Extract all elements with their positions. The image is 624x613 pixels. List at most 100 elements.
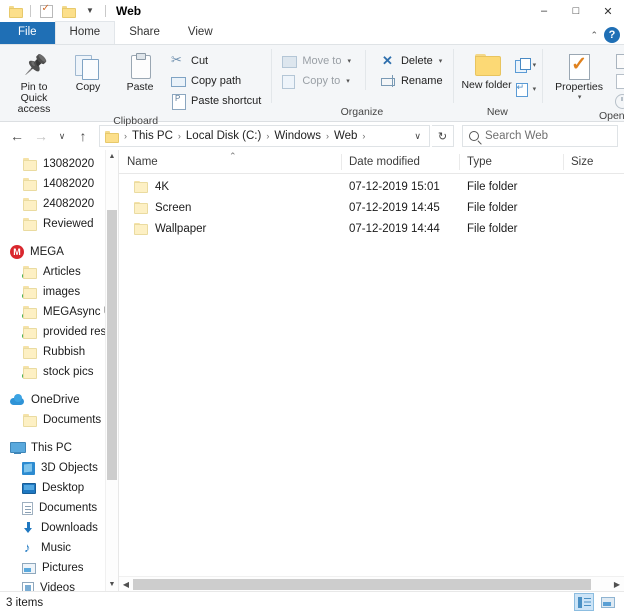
close-button[interactable]: ✕	[592, 0, 624, 22]
tab-home[interactable]: Home	[54, 21, 116, 44]
chevron-down-icon[interactable]: ▾	[346, 77, 350, 85]
chevron-down-icon[interactable]: ▾	[439, 57, 443, 65]
folder-icon	[22, 413, 37, 427]
rename-label: Rename	[400, 75, 443, 87]
move-to-button[interactable]: Move to ▾	[277, 52, 355, 70]
sidebar-item-13082020[interactable]: 13082020	[0, 154, 118, 174]
chevron-down-icon[interactable]: ▾	[533, 61, 537, 69]
sidebar-item-label: Articles	[43, 266, 81, 278]
sidebar-item-desktop[interactable]: Desktop	[0, 478, 118, 498]
cut-label: Cut	[191, 55, 209, 67]
breadcrumb-item-local-disk[interactable]: Local Disk (C:)	[184, 130, 263, 142]
large-icons-view-button[interactable]	[598, 593, 618, 611]
refresh-button[interactable]: ↻	[432, 125, 454, 147]
chevron-down-icon[interactable]: ▾	[578, 93, 582, 101]
sidebar-item-14082020[interactable]: 14082020	[0, 174, 118, 194]
divider	[30, 5, 31, 17]
sidebar-item-rubbish[interactable]: Rubbish	[0, 342, 118, 362]
sidebar-item-documents[interactable]: Documents	[0, 498, 118, 518]
scrollbar-track[interactable]	[133, 578, 610, 590]
tab-file[interactable]: File	[0, 22, 55, 44]
sidebar-item-downloads[interactable]: Downloads	[0, 518, 118, 538]
column-header-date-modified[interactable]: Date modified	[341, 150, 459, 174]
help-button[interactable]: ?	[604, 27, 620, 43]
copy-to-button[interactable]: Copy to ▾	[277, 72, 355, 90]
sidebar-item-label: Downloads	[41, 522, 98, 534]
history-button[interactable]: History	[610, 92, 624, 110]
paste-shortcut-label: Paste shortcut	[191, 95, 262, 107]
scrollbar-thumb[interactable]	[107, 210, 117, 480]
new-folder-button[interactable]: New folder	[459, 50, 515, 91]
sidebar-item-music[interactable]: Music	[0, 538, 118, 558]
copy-to-label: Copy to	[302, 75, 341, 87]
sidebar-item-articles[interactable]: Articles	[0, 262, 118, 282]
new-item-button[interactable]: ▾	[514, 54, 537, 75]
tab-share[interactable]: Share	[115, 22, 174, 44]
scrollbar-thumb[interactable]	[133, 578, 591, 590]
sidebar-item-megasync-uplo[interactable]: MEGAsync Uplo	[0, 302, 118, 322]
folder-icon[interactable]	[6, 2, 24, 20]
copy-path-button[interactable]: Copy path	[166, 72, 265, 90]
search-input[interactable]: Search Web	[462, 125, 618, 147]
history-icon	[614, 93, 624, 109]
view-buttons	[574, 593, 618, 611]
sidebar-item-label: 13082020	[43, 158, 95, 170]
scroll-left-icon[interactable]: ◀	[119, 577, 133, 592]
sidebar-item-24082020[interactable]: 24082020	[0, 194, 118, 214]
sidebar-item-provided-resourc[interactable]: provided resourc	[0, 322, 118, 342]
horizontal-scrollbar[interactable]: ◀ ▶	[119, 576, 624, 591]
collapse-ribbon-icon[interactable]: ⌃	[590, 30, 598, 41]
this-pc-icon	[10, 442, 26, 454]
sidebar-item-onedrive[interactable]: OneDrive	[0, 390, 118, 410]
table-row[interactable]: 4K 07-12-2019 15:01 File folder	[119, 176, 624, 197]
customize-caret-icon[interactable]: ▼	[81, 2, 99, 20]
chevron-down-icon[interactable]: ▾	[347, 57, 351, 65]
ribbon-group-new: New folder ▾ ▾ New	[452, 45, 543, 121]
column-header-size[interactable]: Size	[563, 150, 623, 174]
sidebar-item-mega[interactable]: MEGA	[0, 242, 118, 262]
sidebar-item-3d-objects[interactable]: 3D Objects	[0, 458, 118, 478]
table-row[interactable]: Screen 07-12-2019 14:45 File folder	[119, 197, 624, 218]
scroll-right-icon[interactable]: ▶	[610, 577, 624, 592]
paste-shortcut-button[interactable]: Paste shortcut	[166, 92, 265, 110]
open-button[interactable]: Open ▾	[610, 52, 624, 70]
ribbon: Pin to Quick access Copy Paste Cut	[0, 44, 624, 127]
cut-button[interactable]: Cut	[166, 52, 265, 70]
scroll-down-icon[interactable]: ▼	[106, 578, 118, 591]
breadcrumb-item-web[interactable]: Web	[332, 130, 359, 142]
sidebar-item-videos[interactable]: Videos	[0, 578, 118, 591]
search-icon	[469, 131, 479, 141]
copy-button[interactable]: Copy	[62, 50, 114, 93]
nav-section-spacer	[0, 430, 118, 438]
easy-access-button[interactable]: ▾	[515, 78, 537, 99]
new-folder-icon[interactable]	[59, 2, 77, 20]
minimize-button[interactable]: –	[528, 0, 560, 22]
pin-to-quick-access-button[interactable]: Pin to Quick access	[6, 50, 62, 115]
breadcrumb-item-windows[interactable]: Windows	[272, 130, 323, 142]
chevron-down-icon[interactable]: ▾	[533, 85, 537, 93]
properties-button[interactable]: Properties ▾	[548, 50, 610, 101]
breadcrumb-item-this-pc[interactable]: This PC	[130, 130, 175, 142]
tab-view[interactable]: View	[174, 22, 227, 44]
sidebar-item-this-pc[interactable]: This PC	[0, 438, 118, 458]
details-view-button[interactable]	[574, 593, 594, 611]
sidebar-item-images[interactable]: images	[0, 282, 118, 302]
maximize-button[interactable]: □	[560, 0, 592, 22]
organize-group-label: Organize	[340, 106, 384, 118]
rename-button[interactable]: Rename	[376, 72, 447, 90]
breadcrumb-dropdown-icon[interactable]: ∨	[408, 131, 427, 142]
column-header-type[interactable]: Type	[459, 150, 563, 174]
sidebar-item-stock-pics[interactable]: stock pics	[0, 362, 118, 382]
paste-button[interactable]: Paste	[114, 50, 166, 93]
column-header-name[interactable]: Name ⌃	[119, 150, 341, 174]
sidebar-item-documents[interactable]: Documents	[0, 410, 118, 430]
delete-button[interactable]: Delete ▾	[376, 52, 447, 70]
scroll-up-icon[interactable]: ▲	[106, 150, 118, 163]
navigation-scrollbar[interactable]: ▲ ▼	[105, 150, 118, 591]
properties-icon[interactable]	[37, 2, 55, 20]
sidebar-item-pictures[interactable]: Pictures	[0, 558, 118, 578]
table-row[interactable]: Wallpaper 07-12-2019 14:44 File folder	[119, 218, 624, 239]
breadcrumb-separator: ›	[362, 131, 366, 141]
sidebar-item-reviewed[interactable]: Reviewed	[0, 214, 118, 234]
edit-button[interactable]: Edit	[610, 72, 624, 90]
